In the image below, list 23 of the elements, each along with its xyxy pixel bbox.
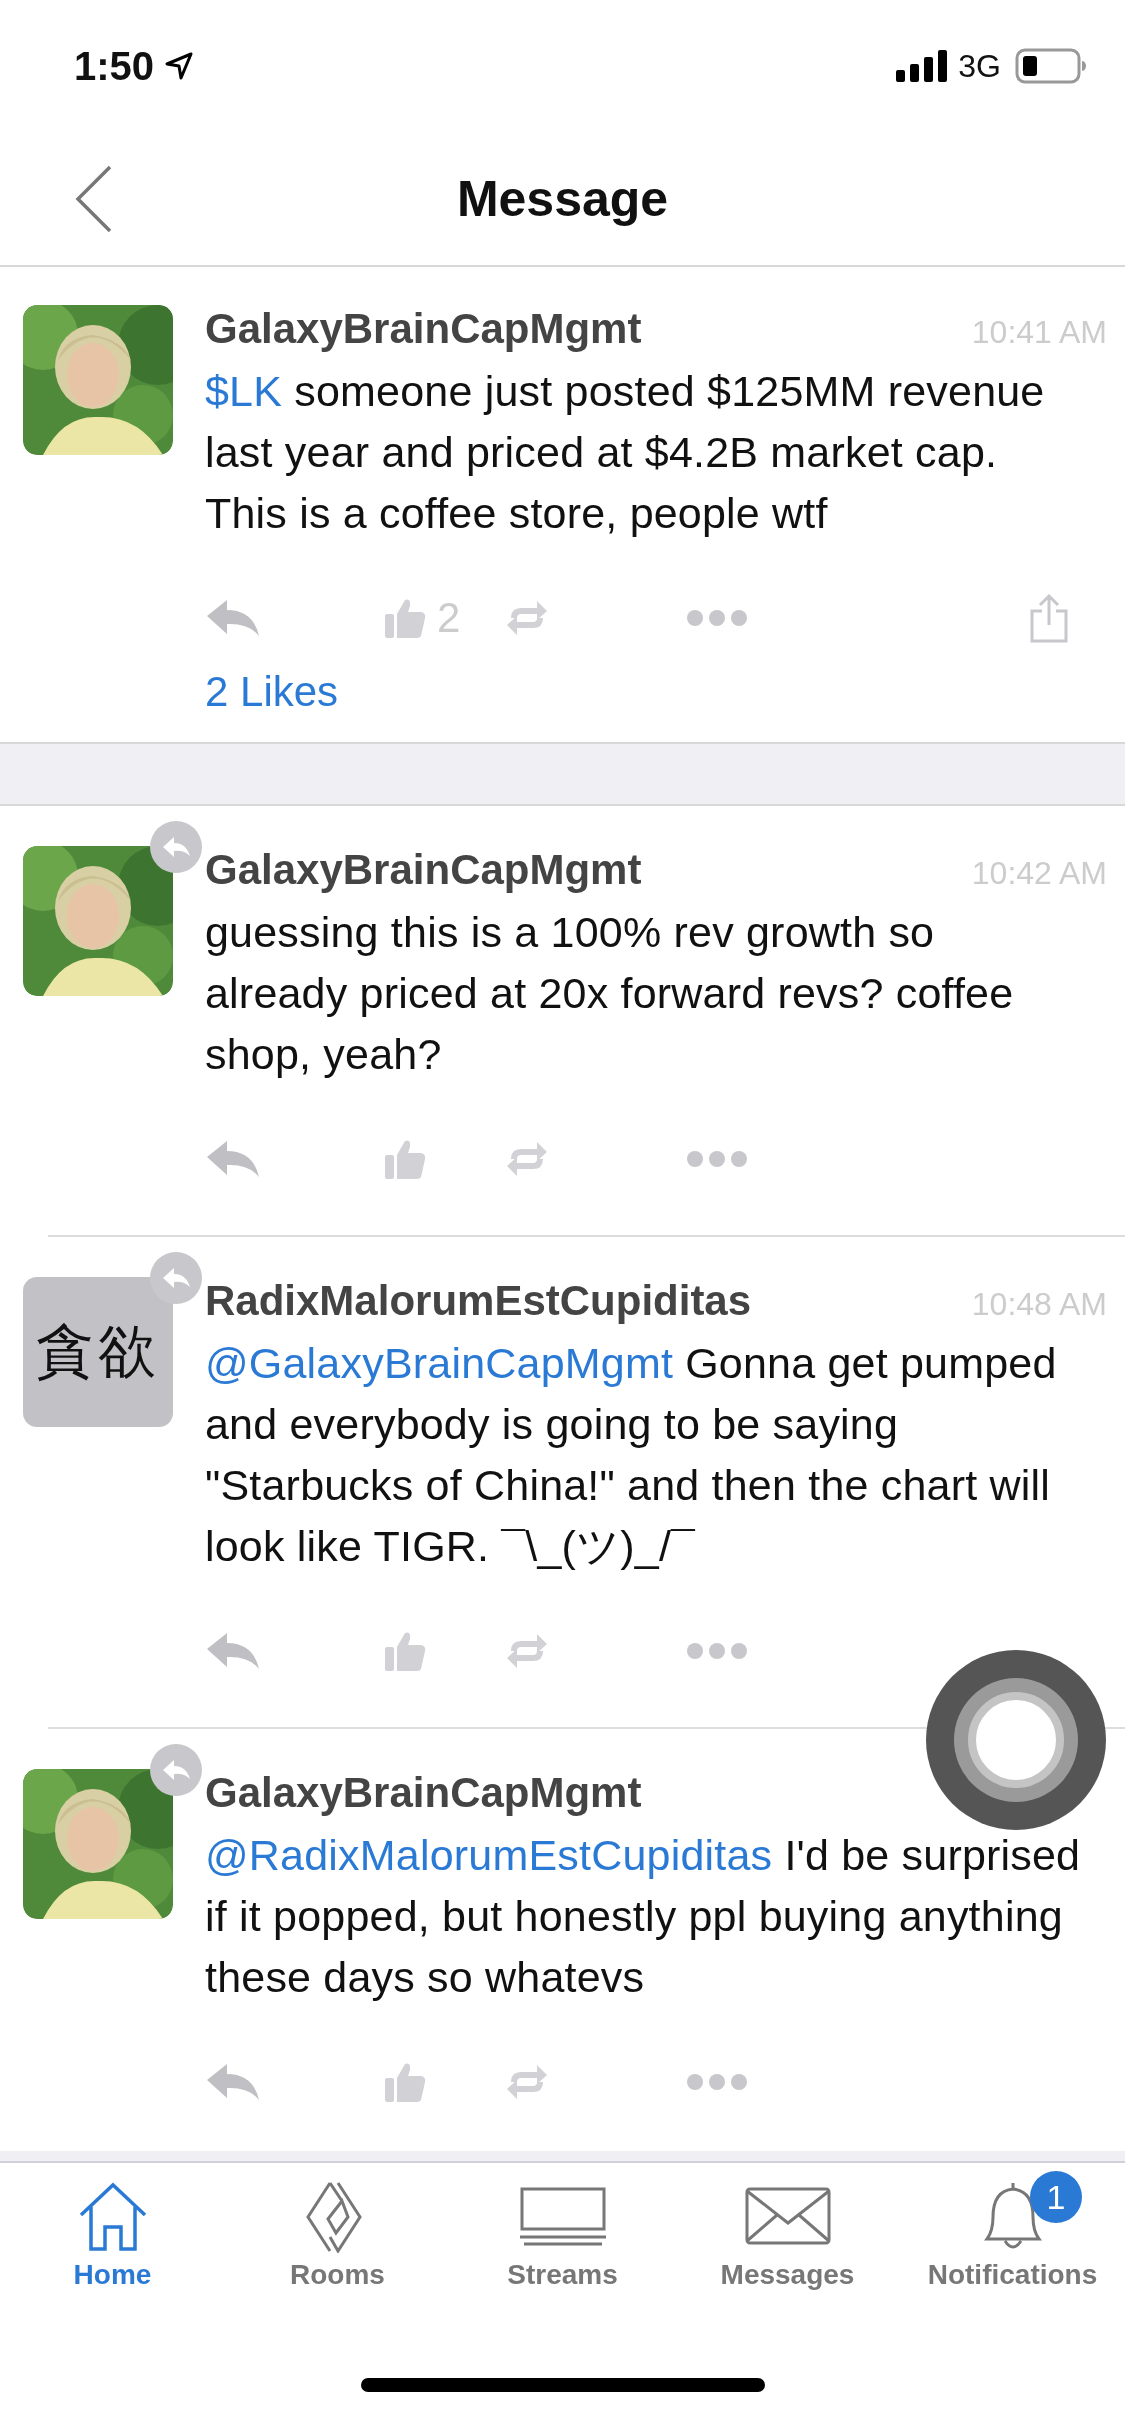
tab[interactable]: Streams xyxy=(450,2163,675,2299)
post-text: guessing this is a 100% rev growth so already priced at 20x forward revs? coffee shop, yeah? xyxy=(205,907,1015,1080)
avatar[interactable]: 貪欲 xyxy=(23,1277,173,1427)
author-name[interactable]: GalaxyBrainCapMgmt xyxy=(205,305,642,353)
screen-title: Message xyxy=(456,169,669,228)
avatar-text: 貪欲 xyxy=(36,1316,160,1387)
tab[interactable]: Messages xyxy=(675,2163,900,2299)
author-name[interactable]: RadixMalorumEstCupiditas xyxy=(205,1277,752,1325)
post-text: @RadixMalorumEstCupiditas I'd be surprised if it popped, but honestly ppl buying anything these days so whatevs xyxy=(205,1830,1082,2003)
tab[interactable]: Rooms xyxy=(225,2163,450,2299)
notification-count: 1 xyxy=(1030,2171,1082,2223)
post-text: @GalaxyBrainCapMgmt Gonna get pumped and everybody is going to be saying "Starbucks of China!" and then the chart will look like TIGR. ¯\_(ツ)_/¯ xyxy=(205,1338,1058,1572)
mention-link[interactable]: @GalaxyBrainCapMgmt xyxy=(205,1339,674,1387)
tab[interactable]: Notifications 1 xyxy=(900,2163,1125,2299)
post-text: $LK someone just posted $125MM revenue last year and priced at $4.2B market cap. This is a coffee store, people wtf xyxy=(205,366,1046,539)
likes-link[interactable]: 2 Likes xyxy=(205,668,1107,742)
network-type: 3G xyxy=(958,47,1001,85)
tab[interactable]: Home xyxy=(0,2163,225,2299)
mention-link[interactable]: $LK xyxy=(205,367,283,415)
author-name[interactable]: GalaxyBrainCapMgmt xyxy=(205,1769,642,1817)
status-time: 1:50 xyxy=(74,43,155,89)
author-name[interactable]: GalaxyBrainCapMgmt xyxy=(205,846,642,894)
mention-link[interactable]: @RadixMalorumEstCupiditas xyxy=(205,1831,773,1879)
